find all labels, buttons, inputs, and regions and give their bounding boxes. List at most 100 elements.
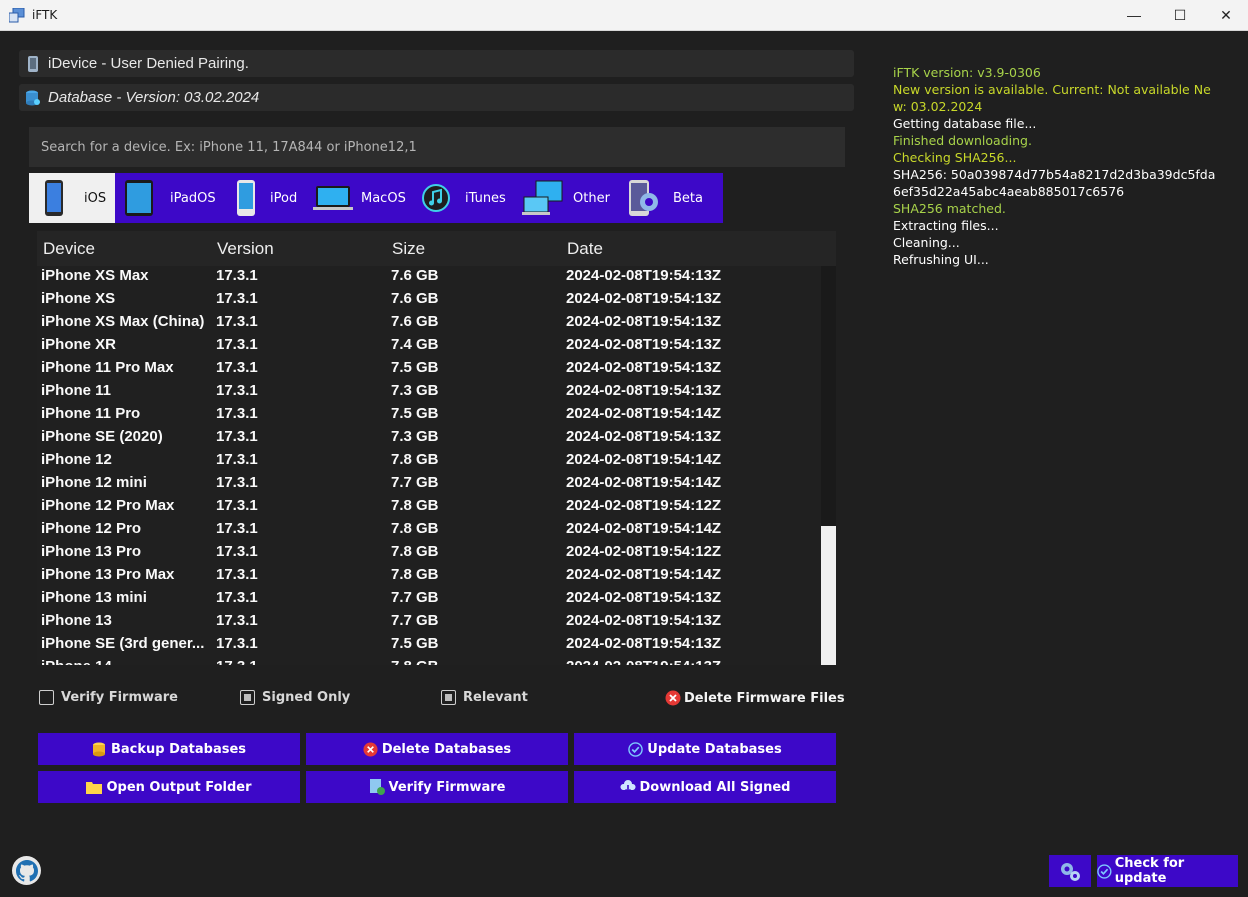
cell-size: 7.7 GB bbox=[391, 474, 439, 491]
table-row[interactable]: iPhone 14 17.3.1 7.8 GB 2024-02-08T19:54:13… bbox=[37, 656, 821, 665]
cell-version: 17.3.1 bbox=[216, 497, 258, 514]
verify-firmware-button-label: Verify Firmware bbox=[388, 779, 506, 795]
cell-version: 17.3.1 bbox=[216, 520, 258, 537]
tab-ipados[interactable]: iPadOS bbox=[115, 173, 224, 223]
log-line: Checking SHA256... bbox=[893, 150, 1017, 165]
cell-version: 17.3.1 bbox=[216, 290, 258, 307]
check-for-update-button[interactable]: Check for update bbox=[1097, 855, 1238, 887]
tab-beta[interactable]: Beta bbox=[622, 173, 723, 223]
column-version[interactable]: Version bbox=[217, 239, 274, 259]
table-row[interactable]: iPhone 13 Pro Max 17.3.1 7.8 GB 2024-02-08T… bbox=[37, 564, 821, 587]
table-row[interactable]: iPhone 12 17.3.1 7.8 GB 2024-02-08T19:54:14… bbox=[37, 449, 821, 472]
cloud-download-icon bbox=[619, 780, 636, 794]
cell-device: iPhone XS bbox=[41, 290, 116, 307]
settings-button[interactable] bbox=[1049, 855, 1091, 887]
cell-date: 2024-02-08T19:54:13Z bbox=[566, 428, 722, 445]
table-row[interactable]: iPhone XS 17.3.1 7.6 GB 2024-02-08T19:54:13… bbox=[37, 288, 821, 311]
cell-version: 17.3.1 bbox=[216, 382, 258, 399]
table-row[interactable]: iPhone 13 17.3.1 7.7 GB 2024-02-08T19:54:13… bbox=[37, 610, 821, 633]
cell-version: 17.3.1 bbox=[216, 336, 258, 353]
maximize-button[interactable]: ☐ bbox=[1157, 0, 1203, 30]
delete-databases-button[interactable]: Delete Databases bbox=[306, 733, 568, 765]
app-icon bbox=[9, 8, 25, 23]
update-databases-label: Update Databases bbox=[647, 741, 782, 757]
backup-databases-button[interactable]: Backup Databases bbox=[38, 733, 300, 765]
cell-version: 17.3.1 bbox=[216, 428, 258, 445]
scrollbar-thumb[interactable] bbox=[821, 526, 836, 665]
close-button[interactable]: ✕ bbox=[1203, 0, 1248, 30]
table-row[interactable]: iPhone 11 Pro 17.3.1 7.5 GB 2024-02-08T19:5… bbox=[37, 403, 821, 426]
activity-log: iFTK version: v3.9-0306 New version is av… bbox=[893, 64, 1223, 268]
delete-x-icon bbox=[363, 741, 378, 757]
log-line: SHA256 matched. bbox=[893, 201, 1006, 216]
signed-only-checkbox[interactable]: Signed Only bbox=[240, 690, 350, 705]
cell-device: iPhone XS Max (China) bbox=[41, 313, 205, 330]
column-size[interactable]: Size bbox=[392, 239, 425, 259]
minimize-button[interactable]: — bbox=[1111, 0, 1157, 30]
checkbox-box bbox=[39, 690, 54, 705]
cell-size: 7.8 GB bbox=[391, 566, 439, 583]
cell-date: 2024-02-08T19:54:12Z bbox=[566, 497, 722, 514]
table-row[interactable]: iPhone 13 Pro 17.3.1 7.8 GB 2024-02-08T19:5… bbox=[37, 541, 821, 564]
device-status-text: iDevice - User Denied Pairing. bbox=[48, 55, 249, 72]
table-row[interactable]: iPhone SE (2020) 17.3.1 7.3 GB 2024-02-08T1… bbox=[37, 426, 821, 449]
cell-size: 7.5 GB bbox=[391, 359, 439, 376]
cell-version: 17.3.1 bbox=[216, 451, 258, 468]
cell-size: 7.7 GB bbox=[391, 589, 439, 606]
download-all-signed-button[interactable]: Download All Signed bbox=[574, 771, 836, 803]
table-row[interactable]: iPhone XR 17.3.1 7.4 GB 2024-02-08T19:54:13… bbox=[37, 334, 821, 357]
tab-macos[interactable]: MacOS bbox=[308, 173, 416, 223]
verify-firmware-button[interactable]: Verify Firmware bbox=[306, 771, 568, 803]
tab-ipod-label: iPod bbox=[270, 190, 298, 206]
title-bar: iFTK — ☐ ✕ bbox=[0, 0, 1248, 31]
cell-device: iPhone 11 Pro Max bbox=[41, 359, 174, 376]
check-for-update-label: Check for update bbox=[1114, 856, 1185, 886]
verify-firmware-checkbox[interactable]: Verify Firmware bbox=[39, 690, 178, 705]
table-row[interactable]: iPhone 11 17.3.1 7.3 GB 2024-02-08T19:54:13… bbox=[37, 380, 821, 403]
log-line: Finished downloading. bbox=[893, 133, 1032, 148]
device-search-input[interactable] bbox=[29, 127, 845, 167]
ipod-icon bbox=[228, 178, 264, 218]
delete-firmware-files-button[interactable]: Delete Firmware Files bbox=[665, 690, 845, 706]
table-row[interactable]: iPhone SE (3rd gener... 17.3.1 7.5 GB 2024-… bbox=[37, 633, 821, 656]
tab-ios[interactable]: iOS bbox=[29, 173, 115, 223]
column-date[interactable]: Date bbox=[567, 239, 603, 259]
table-row[interactable]: iPhone XS Max 17.3.1 7.6 GB 2024-02-08T19:5… bbox=[37, 265, 821, 288]
cell-date: 2024-02-08T19:54:13Z bbox=[566, 658, 721, 665]
tab-ipados-label: iPadOS bbox=[170, 190, 216, 206]
database-status-text: Database - Version: 03.02.2024 bbox=[48, 89, 260, 106]
github-icon[interactable] bbox=[12, 856, 41, 885]
tab-macos-label: MacOS bbox=[361, 190, 406, 206]
table-row[interactable]: iPhone 11 Pro Max 17.3.1 7.5 GB 2024-02-08T… bbox=[37, 357, 821, 380]
ipad-icon bbox=[121, 178, 157, 218]
update-databases-button[interactable]: Update Databases bbox=[574, 733, 836, 765]
cell-version: 17.3.1 bbox=[216, 359, 258, 376]
cell-version: 17.3.1 bbox=[216, 589, 258, 606]
column-device[interactable]: Device bbox=[43, 239, 95, 259]
cell-size: 7.6 GB bbox=[391, 290, 439, 307]
cell-device: iPhone SE (2020) bbox=[41, 428, 163, 445]
log-line: Extracting files... bbox=[893, 218, 999, 233]
tab-ipod[interactable]: iPod bbox=[224, 173, 308, 223]
firmware-table: Device Version Size Date iPhone XS Max 17… bbox=[37, 231, 836, 665]
check-circle-icon bbox=[1097, 863, 1112, 879]
cell-size: 7.4 GB bbox=[391, 336, 439, 353]
open-output-folder-button[interactable]: Open Output Folder bbox=[38, 771, 300, 803]
table-row[interactable]: iPhone 12 Pro Max 17.3.1 7.8 GB 2024-02-08T… bbox=[37, 495, 821, 518]
cell-date: 2024-02-08T19:54:14Z bbox=[566, 520, 722, 537]
cell-device: iPhone XR bbox=[41, 336, 117, 353]
cell-date: 2024-02-08T19:54:13Z bbox=[566, 313, 722, 330]
relevant-checkbox[interactable]: Relevant bbox=[441, 690, 528, 705]
tab-other[interactable]: Other bbox=[520, 173, 622, 223]
device-status-bar: iDevice - User Denied Pairing. bbox=[19, 50, 854, 77]
cell-device: iPhone 12 bbox=[41, 451, 112, 468]
table-row[interactable]: iPhone 13 mini 17.3.1 7.7 GB 2024-02-08T19:… bbox=[37, 587, 821, 610]
table-row[interactable]: iPhone XS Max (China) 17.3.1 7.6 GB 2024-02… bbox=[37, 311, 821, 334]
table-row[interactable]: iPhone 12 mini 17.3.1 7.7 GB 2024-02-08T19:… bbox=[37, 472, 821, 495]
open-output-folder-label: Open Output Folder bbox=[106, 779, 252, 795]
table-row[interactable]: iPhone 12 Pro 17.3.1 7.8 GB 2024-02-08T19:5… bbox=[37, 518, 821, 541]
cell-size: 7.5 GB bbox=[391, 635, 439, 652]
cell-size: 7.8 GB bbox=[391, 497, 439, 514]
tab-itunes[interactable]: iTunes bbox=[416, 173, 520, 223]
log-line: Getting database file... bbox=[893, 116, 1037, 131]
